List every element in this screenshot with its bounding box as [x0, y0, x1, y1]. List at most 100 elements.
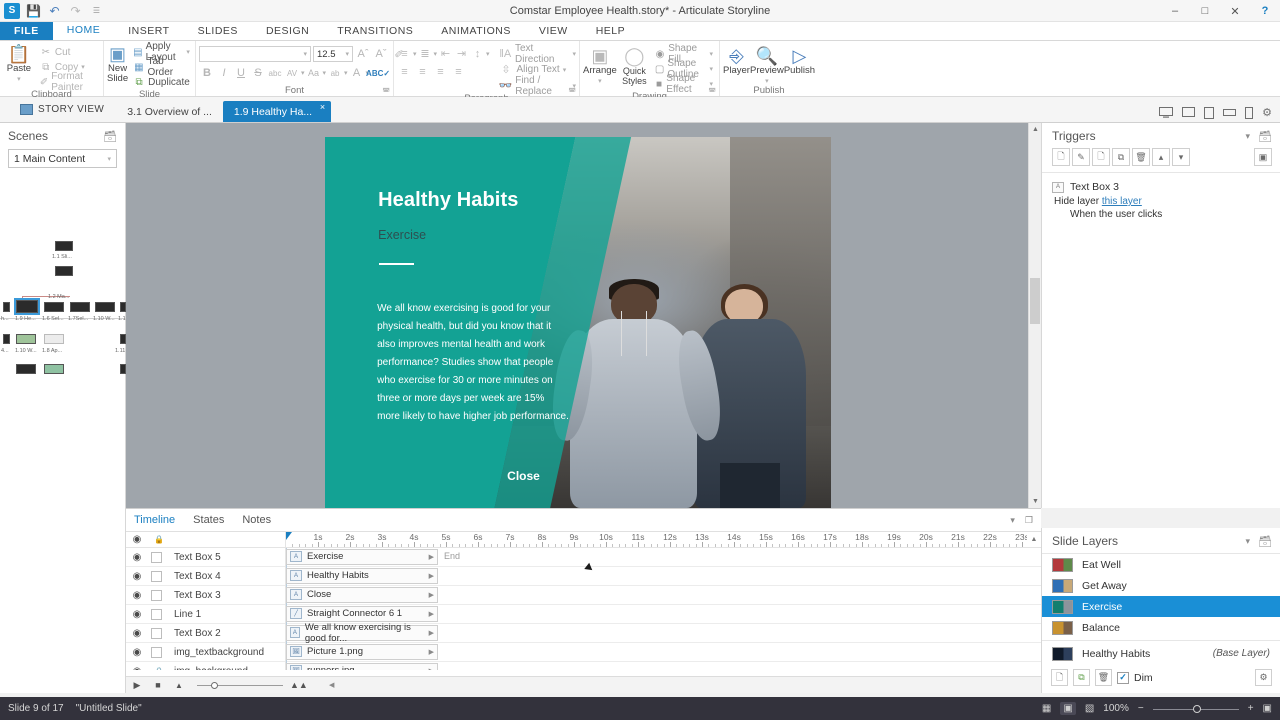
row-lock-checkbox[interactable] [148, 571, 170, 582]
copy-trigger-icon[interactable]: 🗋 [1092, 148, 1110, 166]
scene-slide-thumb[interactable] [16, 364, 36, 374]
row-lock-icon[interactable]: 🔒 [148, 667, 170, 671]
tablet-portrait-preview-icon[interactable] [1204, 107, 1214, 119]
slide-divider-line[interactable] [379, 263, 414, 265]
align-right-icon[interactable]: ≡ [433, 64, 448, 79]
tab-transitions[interactable]: TRANSITIONS [323, 22, 427, 40]
new-trigger-icon[interactable]: 🗋 [1052, 148, 1070, 166]
scene-slide-thumb[interactable] [44, 302, 64, 312]
grow-font-icon[interactable]: Aˆ [355, 46, 371, 62]
redo-icon[interactable]: ↷ [68, 3, 83, 18]
paste-button[interactable]: 📋 Paste ▾ [3, 43, 35, 83]
normal-view-icon[interactable]: ▦ [1042, 703, 1051, 714]
dim-checkbox[interactable]: ✓ [1117, 672, 1129, 684]
copy-dropdown-icon[interactable]: ▾ [81, 63, 85, 71]
paste-dropdown-icon[interactable]: ▾ [17, 75, 21, 83]
tab-notes[interactable]: Notes [242, 514, 271, 526]
zoom-in-icon[interactable]: ▲▲ [290, 680, 304, 690]
layer-properties-gear-icon[interactable]: ⚙ [1255, 669, 1272, 686]
zoom-out-button[interactable]: − [1138, 703, 1144, 714]
shrink-font-icon[interactable]: Aˇ [373, 46, 389, 62]
timeline-row[interactable]: ◉Text Box 5AExercise▶End [126, 548, 1041, 567]
zoom-slider[interactable] [1153, 704, 1239, 714]
tablet-landscape-preview-icon[interactable] [1223, 108, 1236, 117]
timeline-object-bar[interactable]: AClose▶ [286, 587, 438, 603]
timeline-bar-expand-icon[interactable]: ▶ [429, 648, 434, 656]
quick-styles-button[interactable]: ◯ Quick Styles [619, 45, 650, 86]
apply-layout-dropdown-icon[interactable]: ▾ [186, 48, 190, 56]
new-layer-icon[interactable]: 🗋 [1051, 669, 1068, 686]
timeline-row[interactable]: ◉Text Box 4AHealthy Habits▶ [126, 567, 1041, 586]
row-lock-checkbox[interactable] [148, 609, 170, 620]
scene-slide-thumb[interactable] [16, 334, 36, 344]
paragraph-dialog-launcher[interactable]: ◚ [568, 87, 576, 96]
player-button[interactable]: ⎆ Player [723, 45, 750, 76]
row-visibility-eye-icon[interactable]: ◉ [126, 571, 148, 582]
align-left-icon[interactable]: ≡ [397, 64, 412, 79]
arrange-button[interactable]: ▣ Arrange ▾ [583, 45, 617, 85]
timeline-bar-expand-icon[interactable]: ▶ [429, 667, 434, 671]
stop-icon[interactable]: ■ [151, 680, 165, 690]
tab-view[interactable]: VIEW [525, 22, 582, 40]
maximize-button[interactable]: □ [1190, 0, 1220, 22]
tab-design[interactable]: DESIGN [252, 22, 323, 40]
small-caps-icon[interactable]: abc [267, 65, 283, 81]
row-lock-checkbox[interactable] [148, 628, 170, 639]
timeline-object-bar[interactable]: ╱Straight Connector 6 1▶ [286, 606, 438, 622]
font-size-combo[interactable]: 12.5▾ [313, 46, 353, 62]
layers-float-icon[interactable]: 🗃 [1258, 535, 1272, 548]
character-spacing-dropdown-icon[interactable]: ▾ [301, 69, 305, 77]
justify-icon[interactable]: ≡ [451, 64, 466, 79]
row-visibility-eye-icon[interactable]: ◉ [126, 609, 148, 620]
text-highlight-dropdown-icon[interactable]: ▾ [344, 69, 348, 77]
player-settings-gear-icon[interactable]: ⚙ [1262, 106, 1272, 119]
tab-home[interactable]: HOME [53, 22, 115, 40]
align-center-icon[interactable]: ≡ [415, 64, 430, 79]
play-icon[interactable]: ▶ [130, 680, 144, 691]
align-text-dropdown-icon[interactable]: ▾ [563, 66, 567, 74]
timeline-row-track[interactable]: 🖼runners.jpg▶ [286, 662, 1041, 671]
zoom-in-button[interactable]: + [1248, 703, 1254, 714]
cut-button[interactable]: ✂ Cut [37, 45, 100, 59]
timeline-object-bar[interactable]: AHealthy Habits▶ [286, 568, 438, 584]
slide-subtitle-text[interactable]: Exercise [378, 228, 426, 242]
font-size-dropdown-icon[interactable]: ▾ [345, 50, 349, 58]
laptop-preview-icon[interactable] [1182, 107, 1195, 118]
quick-access-toolbar[interactable]: S 💾 ↶ ↷ ☰ [0, 3, 104, 19]
spell-check-icon[interactable]: ABC✓ [370, 65, 386, 81]
line-spacing-dropdown-icon[interactable]: ▾ [486, 50, 490, 58]
tab-timeline[interactable]: Timeline [134, 514, 175, 526]
row-visibility-eye-icon[interactable]: ◉ [126, 590, 148, 601]
customize-qat-icon[interactable]: ☰ [89, 3, 104, 18]
timeline-bar-expand-icon[interactable]: ▶ [429, 553, 434, 561]
row-lock-checkbox[interactable] [148, 590, 170, 601]
timeline-collapse-icon[interactable]: ▾ [1010, 515, 1015, 526]
preview-button[interactable]: 🔍 Preview ▾ [750, 45, 784, 85]
numbering-icon[interactable]: ≣ [418, 46, 433, 61]
font-dialog-launcher[interactable]: ◚ [382, 87, 390, 96]
change-case-dropdown-icon[interactable]: ▾ [323, 69, 327, 77]
preview-dropdown-icon[interactable]: ▾ [765, 77, 769, 85]
row-visibility-eye-icon[interactable]: ◉ [126, 628, 148, 639]
trigger-target-link[interactable]: this layer [1102, 196, 1142, 207]
timeline-zoom-slider[interactable] [197, 680, 283, 690]
minimize-button[interactable]: – [1160, 0, 1190, 22]
move-down-icon[interactable]: ▾ [1172, 148, 1190, 166]
tab-order-button[interactable]: ▦ Tab Order [130, 60, 193, 74]
bold-icon[interactable]: B [199, 65, 215, 81]
scene-slide-thumb[interactable] [44, 364, 64, 374]
decrease-indent-icon[interactable]: ⇤ [438, 46, 453, 61]
duplicate-layer-icon[interactable]: ⧉ [1073, 669, 1090, 686]
increase-indent-icon[interactable]: ⇥ [454, 46, 469, 61]
fit-to-window-icon[interactable]: ▣ [1263, 703, 1272, 714]
timeline-object-bar[interactable]: AWe all know exercising is good for...▶ [286, 625, 438, 641]
text-direction-button[interactable]: ‖A Text Direction ▾ [499, 46, 576, 61]
zoom-out-icon[interactable]: ▲ [172, 681, 186, 690]
arrange-dropdown-icon[interactable]: ▾ [598, 77, 602, 85]
italic-icon[interactable]: I [216, 65, 232, 81]
timeline-object-bar[interactable]: 🖼runners.jpg▶ [286, 663, 438, 671]
triggers-float-icon[interactable]: 🗃 [1258, 130, 1272, 143]
timeline-float-icon[interactable]: ❐ [1025, 515, 1033, 526]
tab-file[interactable]: FILE [0, 22, 53, 40]
timeline-bar-expand-icon[interactable]: ▶ [429, 610, 434, 618]
